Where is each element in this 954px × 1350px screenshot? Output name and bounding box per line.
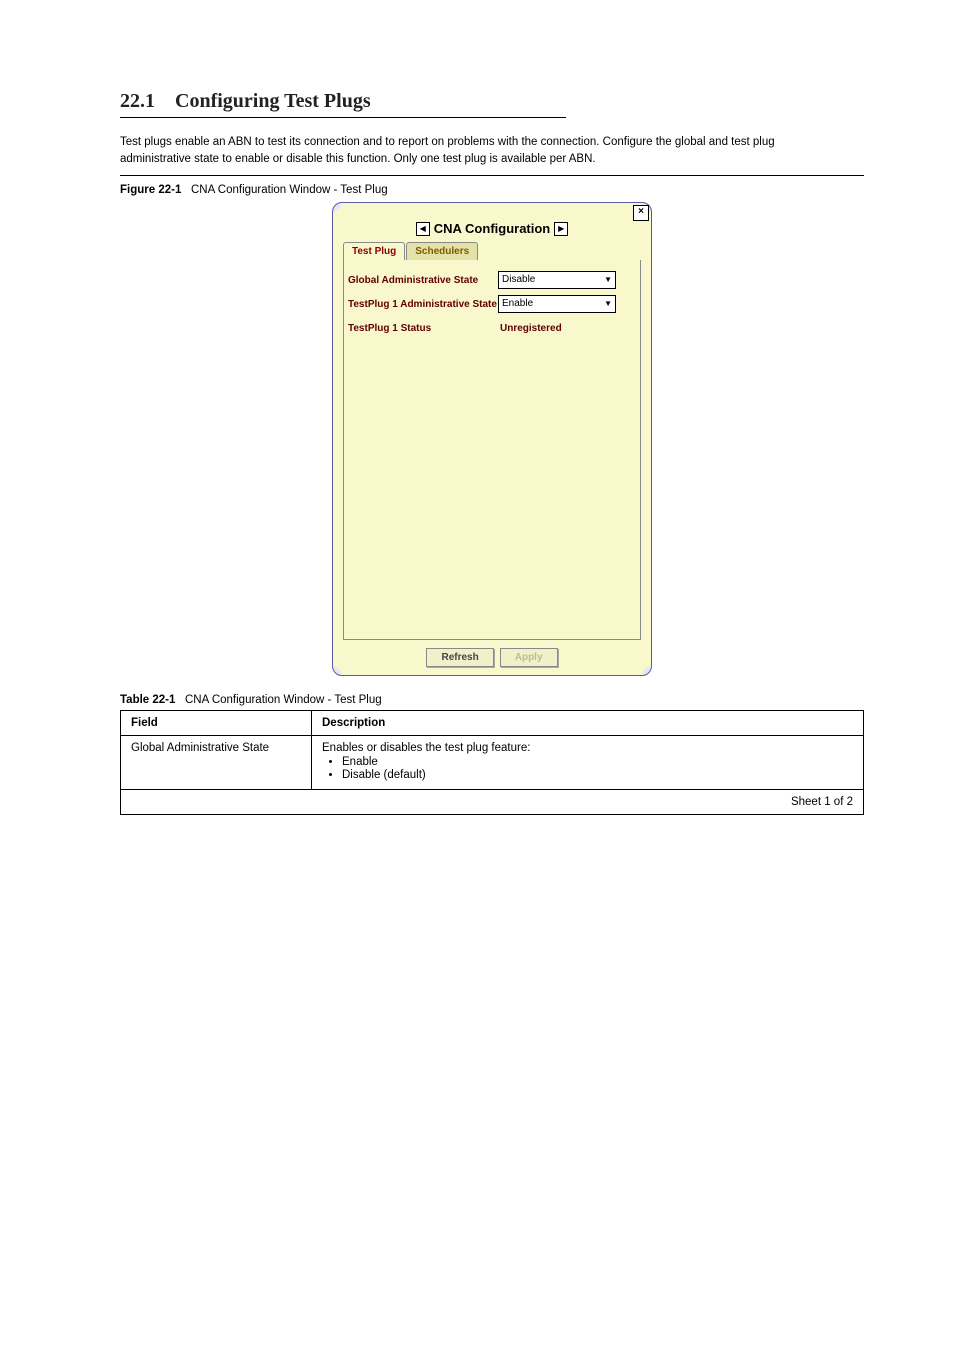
row-tp1-admin: TestPlug 1 Administrative State Enable ▼ bbox=[348, 294, 636, 314]
window-button-row: Refresh Apply bbox=[343, 648, 641, 667]
cell-field: Global Administrative State bbox=[121, 736, 312, 790]
option-list: Enable Disable (default) bbox=[342, 756, 853, 781]
tab-test-plug[interactable]: Test Plug bbox=[343, 242, 405, 260]
window-title-row: ◀ CNA Configuration ▶ bbox=[343, 221, 641, 236]
nav-prev-button[interactable]: ◀ bbox=[416, 222, 430, 236]
select-global-admin[interactable]: Disable ▼ bbox=[498, 271, 616, 289]
section-title-text: Configuring Test Plugs bbox=[175, 90, 371, 112]
section-number: 22.1 bbox=[120, 90, 155, 112]
th-description: Description bbox=[312, 711, 864, 736]
row-global-admin: Global Administrative State Disable ▼ bbox=[348, 270, 636, 290]
figure-label-rest: CNA Configuration Window - Test Plug bbox=[191, 184, 388, 196]
chevron-down-icon: ▼ bbox=[604, 273, 612, 287]
tab-content: Global Administrative State Disable ▼ Te… bbox=[343, 260, 641, 640]
window-title: CNA Configuration bbox=[434, 221, 551, 236]
table-label-rest: CNA Configuration Window - Test Plug bbox=[185, 694, 382, 706]
figure-label: Figure 22-1 CNA Configuration Window - T… bbox=[120, 184, 864, 196]
section-heading: 22.1 Configuring Test Plugs bbox=[120, 90, 864, 113]
select-tp1-admin-value: Enable bbox=[502, 297, 533, 311]
select-global-admin-value: Disable bbox=[502, 273, 535, 287]
row-tp1-status: TestPlug 1 Status Unregistered bbox=[348, 318, 636, 338]
label-global-admin: Global Administrative State bbox=[348, 275, 498, 286]
close-icon[interactable]: × bbox=[633, 205, 649, 221]
select-tp1-admin[interactable]: Enable ▼ bbox=[498, 295, 616, 313]
figure-label-prefix: Figure 22-1 bbox=[120, 184, 181, 196]
tab-schedulers[interactable]: Schedulers bbox=[406, 242, 478, 260]
table-header-row: Field Description bbox=[121, 711, 864, 736]
nav-next-button[interactable]: ▶ bbox=[554, 222, 568, 236]
list-item: Disable (default) bbox=[342, 769, 853, 781]
cell-description: Enables or disables the test plug featur… bbox=[312, 736, 864, 790]
th-field: Field bbox=[121, 711, 312, 736]
chevron-down-icon: ▼ bbox=[604, 297, 612, 311]
table-label: Table 22-1 CNA Configuration Window - Te… bbox=[120, 694, 864, 706]
tabs: Test Plug Schedulers bbox=[343, 242, 641, 260]
table-row: Sheet 1 of 2 bbox=[121, 790, 864, 815]
label-tp1-status: TestPlug 1 Status bbox=[348, 323, 498, 334]
table-label-prefix: Table 22-1 bbox=[120, 694, 175, 706]
figure-rule-top bbox=[120, 175, 864, 176]
label-tp1-admin: TestPlug 1 Administrative State bbox=[348, 299, 498, 310]
table-row: Global Administrative State Enables or d… bbox=[121, 736, 864, 790]
field-description-table: Field Description Global Administrative … bbox=[120, 710, 864, 815]
cna-config-window: × ◀ CNA Configuration ▶ Test Plug Schedu… bbox=[332, 202, 652, 676]
section-rule bbox=[120, 117, 566, 118]
sheet-footer: Sheet 1 of 2 bbox=[121, 790, 864, 815]
desc-intro: Enables or disables the test plug featur… bbox=[322, 742, 530, 754]
apply-button[interactable]: Apply bbox=[500, 648, 558, 667]
value-tp1-status: Unregistered bbox=[498, 323, 562, 334]
intro-paragraph: Test plugs enable an ABN to test its con… bbox=[120, 134, 820, 167]
list-item: Enable bbox=[342, 756, 853, 768]
refresh-button[interactable]: Refresh bbox=[426, 648, 493, 667]
